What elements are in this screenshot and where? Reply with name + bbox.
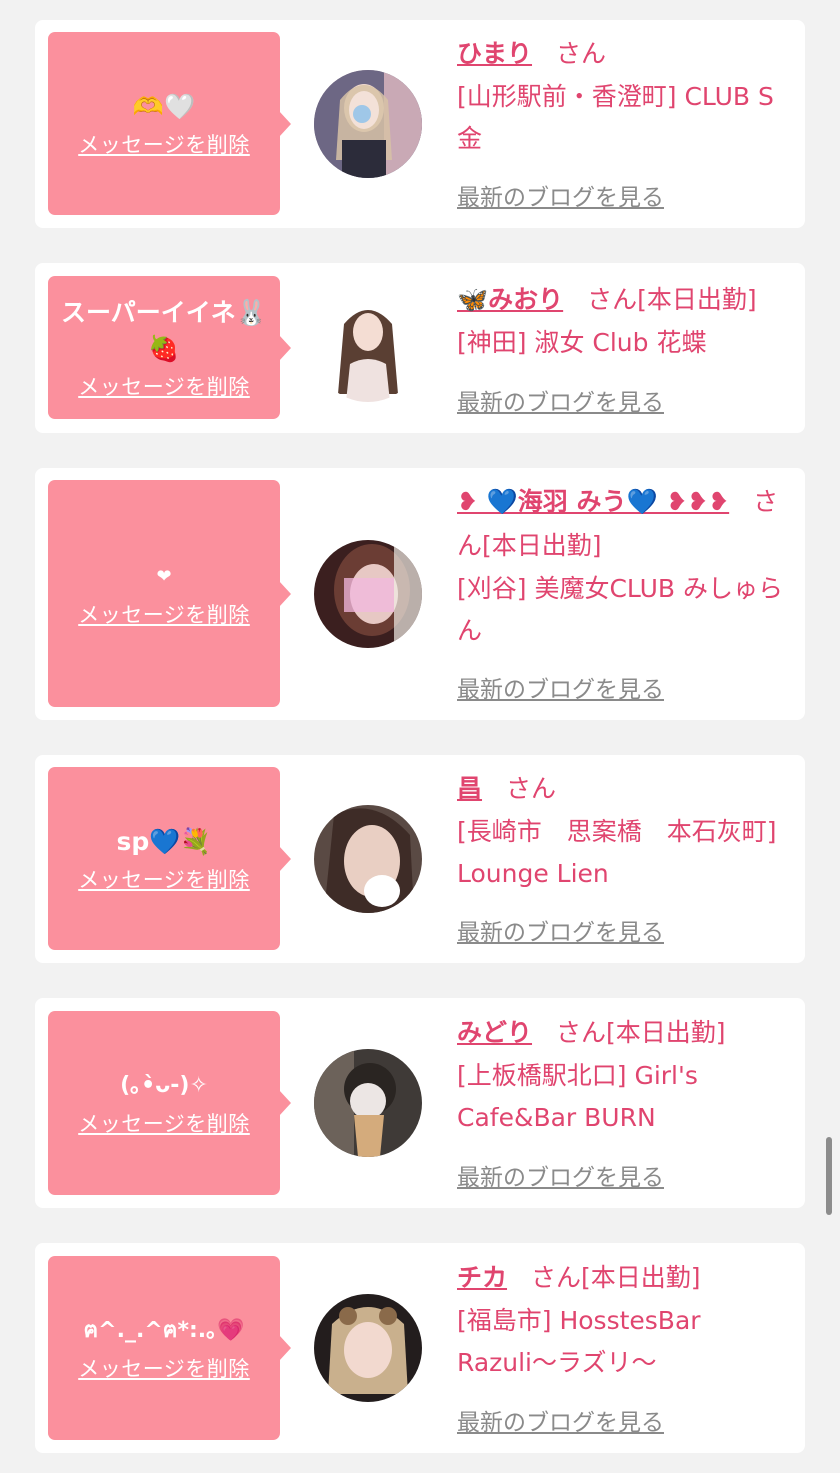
- honorific: さん: [556, 1018, 607, 1047]
- card-info: 🦋みおり さん[本日出勤] [神田] 淑女 Club 花蝶: [457, 278, 791, 364]
- girl-name-link[interactable]: ❥ 💙海羽 みう💙 ❥❥❥: [457, 487, 729, 516]
- latest-blog-link[interactable]: 最新のブログを見る: [457, 670, 664, 704]
- avatar-photo: [314, 540, 422, 648]
- message-bubble: ฅ^._.^ฅ*:.｡💗 メッセージを削除: [48, 1256, 291, 1440]
- avatar-photo: [314, 294, 422, 402]
- delete-message-link[interactable]: メッセージを削除: [78, 371, 250, 401]
- latest-blog-link[interactable]: 最新のブログを見る: [457, 383, 664, 417]
- card-info: チカ さん[本日出勤] [福島市] HosstesBar Razuli〜ラズリ〜: [457, 1256, 791, 1384]
- card-info: ひまり さん [山形駅前・香澄町] CLUB S金: [457, 32, 791, 160]
- honorific: さん: [531, 1263, 582, 1292]
- latest-blog-link[interactable]: 最新のブログを見る: [457, 1403, 664, 1437]
- honorific: さん: [556, 39, 607, 68]
- message-card: (｡•̀ᴗ-)✧ メッセージを削除 みどり さん[本日出勤] [上板橋駅北口] G…: [35, 998, 805, 1208]
- avatar-photo: [314, 805, 422, 913]
- message-bubble: sp💙💐 メッセージを削除: [48, 767, 291, 950]
- card-info: ❥ 💙海羽 みう💙 ❥❥❥ さん[本日出勤] [刈谷] 美魔女CLUB みしゅらん: [457, 480, 791, 652]
- shop-name: [長崎市 思案橋 本石灰町] Lounge Lien: [457, 817, 777, 888]
- shop-name: [上板橋駅北口] Girl's Cafe&Bar BURN: [457, 1061, 698, 1132]
- message-card: ฅ^._.^ฅ*:.｡💗 メッセージを削除 チカ さん[本日出勤] [福島市] H…: [35, 1243, 805, 1453]
- avatar[interactable]: [314, 805, 422, 913]
- message-text: ฅ^._.^ฅ*:.｡💗: [83, 1318, 245, 1343]
- delete-message-link[interactable]: メッセージを削除: [78, 129, 250, 159]
- girl-name-link[interactable]: 🦋みおり: [457, 285, 563, 314]
- message-bubble: (｡•̀ᴗ-)✧ メッセージを削除: [48, 1011, 291, 1195]
- avatar[interactable]: [314, 1294, 422, 1402]
- honorific: さん: [587, 285, 638, 314]
- avatar[interactable]: [314, 294, 422, 402]
- latest-blog-link[interactable]: 最新のブログを見る: [457, 1158, 664, 1192]
- girl-name-link[interactable]: チカ: [457, 1263, 507, 1292]
- status-label: [本日出勤]: [581, 1263, 701, 1292]
- girl-name-link[interactable]: ひまり: [457, 39, 532, 68]
- girl-name-link[interactable]: 昌: [457, 774, 482, 803]
- shop-name: [福島市] HosstesBar Razuli〜ラズリ〜: [457, 1306, 701, 1377]
- latest-blog-link[interactable]: 最新のブログを見る: [457, 178, 664, 212]
- message-text: スーパーイイネ🐰🍓: [61, 297, 267, 363]
- latest-blog-link[interactable]: 最新のブログを見る: [457, 913, 664, 947]
- avatar[interactable]: [314, 70, 422, 178]
- message-card: 🫶🤍 メッセージを削除 ひまり さん [山形駅前・香澄町] CLUB S金 最新の…: [35, 20, 805, 228]
- card-info: 昌さん [長崎市 思案橋 本石灰町] Lounge Lien: [457, 767, 791, 895]
- delete-message-link[interactable]: メッセージを削除: [78, 599, 250, 629]
- message-bubble: ❤ メッセージを削除: [48, 480, 291, 707]
- delete-message-link[interactable]: メッセージを削除: [78, 864, 250, 894]
- card-info: みどり さん[本日出勤] [上板橋駅北口] Girl's Cafe&Bar BUR…: [457, 1011, 791, 1139]
- message-card: ❤ メッセージを削除 ❥ 💙海羽 みう💙 ❥❥❥ さん[本日出勤] [刈谷] 美魔…: [35, 468, 805, 720]
- status-label: [本日出勤]: [637, 285, 757, 314]
- avatar-photo: [314, 1294, 422, 1402]
- status-label: [本日出勤]: [606, 1018, 726, 1047]
- message-text: 🫶🤍: [132, 91, 196, 121]
- message-text: ❤: [156, 565, 172, 587]
- message-card: スーパーイイネ🐰🍓 メッセージを削除 🦋みおり さん[本日出勤] [神田] 淑女 …: [35, 263, 805, 433]
- avatar-photo: [314, 1049, 422, 1157]
- avatar[interactable]: [314, 1049, 422, 1157]
- scrollbar[interactable]: [826, 1137, 832, 1215]
- delete-message-link[interactable]: メッセージを削除: [78, 1108, 250, 1138]
- shop-name: [山形駅前・香澄町] CLUB S金: [457, 82, 774, 153]
- delete-message-link[interactable]: メッセージを削除: [78, 1353, 250, 1383]
- shop-name: [刈谷] 美魔女CLUB みしゅらん: [457, 574, 783, 645]
- avatar[interactable]: [314, 540, 422, 648]
- message-card: sp💙💐 メッセージを削除 昌さん [長崎市 思案橋 本石灰町] Lounge …: [35, 755, 805, 963]
- shop-name: [神田] 淑女 Club 花蝶: [457, 328, 707, 357]
- status-label: [本日出勤]: [482, 531, 602, 560]
- message-bubble: 🫶🤍 メッセージを削除: [48, 32, 291, 215]
- honorific: さん: [506, 774, 557, 803]
- message-text: (｡•̀ᴗ-)✧: [120, 1073, 208, 1098]
- message-bubble: スーパーイイネ🐰🍓 メッセージを削除: [48, 276, 291, 419]
- avatar-photo: [314, 70, 422, 178]
- message-text: sp💙💐: [116, 826, 212, 856]
- girl-name-link[interactable]: みどり: [457, 1018, 532, 1047]
